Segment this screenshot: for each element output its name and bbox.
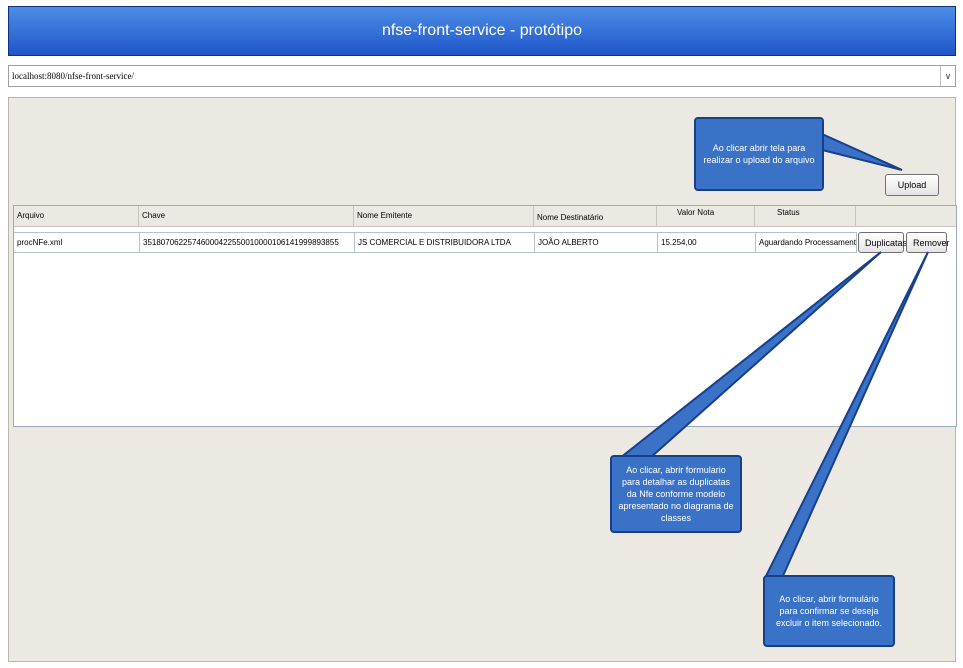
upload-callout-text: Ao clicar abrir tela para realizar o upl… bbox=[703, 143, 815, 165]
callout-pointers bbox=[617, 132, 929, 579]
upload-callout: Ao clicar abrir tela para realizar o upl… bbox=[694, 117, 824, 191]
duplicatas-callout: Ao clicar, abrir formulario para detalha… bbox=[610, 455, 742, 533]
remover-callout: Ao clicar, abrir formulário para confirm… bbox=[763, 575, 895, 647]
remover-callout-text: Ao clicar, abrir formulário para confirm… bbox=[775, 594, 883, 628]
duplicatas-callout-text: Ao clicar, abrir formulario para detalha… bbox=[618, 465, 734, 523]
upload-callout-pointer bbox=[821, 132, 903, 171]
remover-callout-pointer bbox=[763, 251, 929, 579]
